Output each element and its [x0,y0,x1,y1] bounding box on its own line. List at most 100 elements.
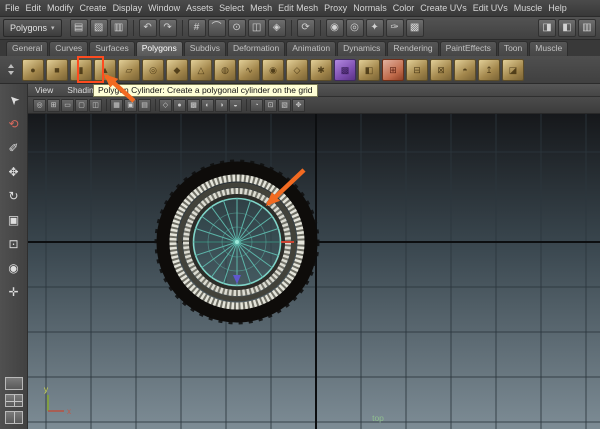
menu-edit[interactable]: Edit [23,3,45,13]
polygon-plane-icon[interactable]: ▱ [118,58,140,81]
save-scene-icon[interactable]: ▥ [109,19,128,37]
select-tool-icon[interactable]: ➤ [0,84,29,115]
move-tool-icon[interactable]: ✥ [3,161,25,183]
textured-mode-icon[interactable]: ▩ [187,98,200,112]
tab-subdivs[interactable]: Subdivs [183,41,226,56]
channel-box-toggle-icon[interactable]: ▥ [578,19,596,37]
menu-normals[interactable]: Normals [350,3,390,13]
menu-modify[interactable]: Modify [44,3,77,13]
menu-edit-uvs[interactable]: Edit UVs [470,3,511,13]
lighting-toggle-icon[interactable]: ◑ [215,98,228,112]
safe-action-icon[interactable]: ▣ [124,98,137,112]
panel-menu-view[interactable]: View [28,85,60,95]
smooth-icon[interactable]: ▩ [334,58,356,81]
universal-manipulator-icon[interactable]: ⊡ [3,233,25,255]
menu-create-uvs[interactable]: Create UVs [417,3,470,13]
scale-tool-icon[interactable]: ▣ [3,209,25,231]
extrude-icon[interactable]: ↥ [478,58,500,81]
xray-mode-icon[interactable]: ◔ [250,98,263,112]
tab-dynamics[interactable]: Dynamics [337,41,387,56]
menu-proxy[interactable]: Proxy [321,3,350,13]
smooth-shade-mode-icon[interactable]: ● [173,98,186,112]
paint-effects-icon[interactable]: ✑ [385,19,404,37]
polygon-cube-icon[interactable]: ■ [46,58,68,81]
field-chart-icon[interactable]: ▦ [110,98,123,112]
undo-icon[interactable]: ↶ [138,19,157,37]
menu-create[interactable]: Create [77,3,110,13]
polygon-helix-icon[interactable]: ∿ [238,58,260,81]
menu-display[interactable]: Display [110,3,146,13]
menu-muscle[interactable]: Muscle [511,3,546,13]
gate-mask-icon[interactable]: ◫ [89,98,102,112]
film-gate-icon[interactable]: ▭ [61,98,74,112]
tab-muscle[interactable]: Muscle [529,41,569,56]
polygon-soccer-ball-icon[interactable]: ◉ [262,58,284,81]
render-settings-icon[interactable]: ✦ [365,19,384,37]
polygon-torus-icon[interactable]: ◎ [142,58,164,81]
combine-icon[interactable]: ⊞ [382,58,404,81]
wireframe-mode-icon[interactable]: ◇ [159,98,172,112]
pan-zoom-icon[interactable]: ✥ [292,98,305,112]
tab-rendering[interactable]: Rendering [387,41,439,56]
tab-animation[interactable]: Animation [286,41,337,56]
menu-assets[interactable]: Assets [183,3,216,13]
hypershade-icon[interactable]: ▩ [405,19,424,37]
safe-title-icon[interactable]: ▤ [138,98,151,112]
paint-selection-tool-icon[interactable]: ✐ [3,137,25,159]
snap-to-grids-icon[interactable]: # [187,19,206,37]
grid-toggle-icon[interactable]: ⊞ [47,98,60,112]
use-default-material-icon[interactable]: ◐ [201,98,214,112]
mirror-geometry-icon[interactable]: ◧ [358,58,380,81]
soft-modification-tool-icon[interactable]: ◉ [3,257,25,279]
tab-toon[interactable]: Toon [497,41,529,56]
select-camera-icon[interactable]: ◎ [33,98,46,112]
rotate-tool-icon[interactable]: ↻ [3,185,25,207]
render-current-frame-icon[interactable]: ◉ [325,19,344,37]
isolate-select-icon[interactable]: ⊡ [264,98,277,112]
viewport-top-camera[interactable]: y x top [28,114,600,429]
tab-surfaces[interactable]: Surfaces [89,41,135,56]
shelf-menu-arrows[interactable] [6,60,16,80]
snap-to-view-planes-icon[interactable]: ◫ [247,19,266,37]
layout-two-pane-button[interactable] [4,411,23,424]
show-manipulator-tool-icon[interactable]: ✛ [3,281,25,303]
menu-set-dropdown[interactable]: Polygons ▾ [3,19,62,37]
polygon-pyramid-icon[interactable]: △ [190,58,212,81]
open-scene-icon[interactable]: ▧ [89,19,108,37]
cylinder-top-view[interactable] [154,159,320,325]
tab-curves[interactable]: Curves [49,41,89,56]
menu-mesh[interactable]: Mesh [247,3,275,13]
tool-settings-toggle-icon[interactable]: ◧ [558,19,576,37]
menu-window[interactable]: Window [145,3,183,13]
menu-file[interactable]: File [2,3,23,13]
construction-history-icon[interactable]: ⟳ [296,19,315,37]
new-scene-icon[interactable]: ▤ [69,19,88,37]
tab-polygons[interactable]: Polygons [135,41,183,56]
viewport-canvas[interactable]: y x top [28,114,600,429]
ipr-render-icon[interactable]: ◎ [345,19,364,37]
attribute-editor-toggle-icon[interactable]: ◨ [538,19,556,37]
extract-icon[interactable]: ⊠ [430,58,452,81]
menu-edit-mesh[interactable]: Edit Mesh [275,3,321,13]
platonic-solid-icon[interactable]: ◇ [286,58,308,81]
menu-color[interactable]: Color [390,3,418,13]
snap-to-curves-icon[interactable]: ⌒ [207,19,226,37]
shadows-toggle-icon[interactable]: ◒ [229,98,242,112]
tab-painteffects[interactable]: PaintEffects [439,41,497,56]
image-plane-icon[interactable]: ▧ [278,98,291,112]
layout-single-pane-button[interactable] [4,377,23,390]
menu-select[interactable]: Select [216,3,247,13]
snap-to-points-icon[interactable]: ⊙ [227,19,246,37]
resolution-gate-icon[interactable]: ▢ [75,98,88,112]
polygon-prism-icon[interactable]: ◆ [166,58,188,81]
tab-deformation[interactable]: Deformation [226,41,286,56]
tab-general[interactable]: General [6,41,49,56]
polygon-sphere-icon[interactable]: ● [22,58,44,81]
polygon-pipe-icon[interactable]: ◍ [214,58,236,81]
lasso-tool-icon[interactable]: ⟲ [3,113,25,135]
booleans-icon[interactable]: ◓ [454,58,476,81]
make-live-icon[interactable]: ◈ [267,19,286,37]
layout-four-pane-button[interactable] [4,394,23,407]
redo-icon[interactable]: ↷ [158,19,177,37]
separate-icon[interactable]: ⊟ [406,58,428,81]
